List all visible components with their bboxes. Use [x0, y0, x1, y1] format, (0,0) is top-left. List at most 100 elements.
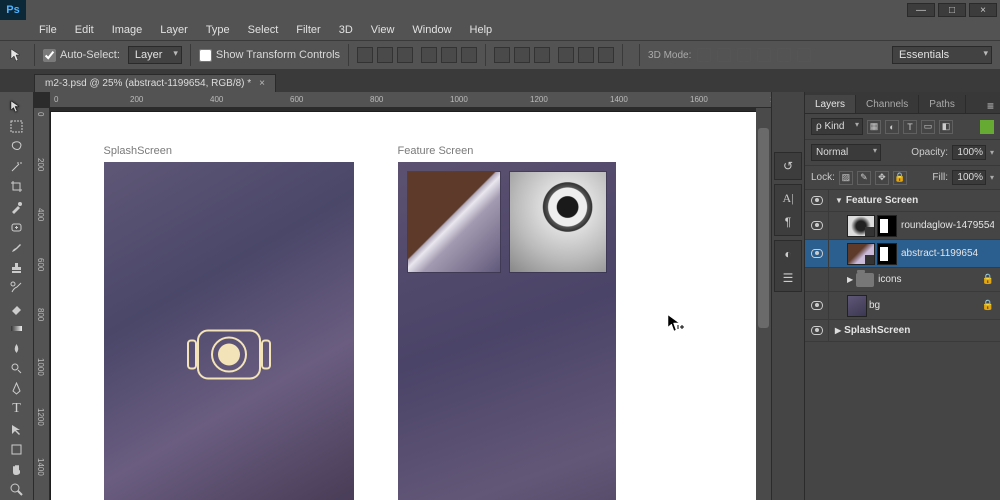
- panel-menu-icon[interactable]: ≡: [981, 99, 1000, 113]
- crop-tool[interactable]: [4, 177, 30, 197]
- eraser-tool[interactable]: [4, 298, 30, 318]
- path-select-tool[interactable]: [4, 419, 30, 439]
- window-maximize-button[interactable]: □: [938, 3, 966, 17]
- document-tab[interactable]: m2-3.psd @ 25% (abstract-1199654, RGB/8)…: [34, 74, 276, 93]
- dist-left-icon[interactable]: [558, 47, 574, 63]
- blend-mode-dropdown[interactable]: Normal: [811, 144, 881, 161]
- filter-pixel-icon[interactable]: ▦: [867, 120, 881, 134]
- align-right-icon[interactable]: [461, 47, 477, 63]
- 3d-orbit-icon[interactable]: [697, 48, 711, 62]
- history-brush-tool[interactable]: [4, 278, 30, 298]
- layer-name[interactable]: icons: [878, 274, 981, 285]
- layer-thumbnail[interactable]: [847, 243, 875, 265]
- filter-adjust-icon[interactable]: ◐: [885, 120, 899, 134]
- visibility-toggle[interactable]: [805, 240, 829, 267]
- layer-folder-icons[interactable]: ▶ icons 🔒: [805, 268, 1000, 292]
- opacity-dropdown-icon[interactable]: ▾: [990, 148, 994, 157]
- info-panel-icon[interactable]: ☰: [779, 269, 797, 287]
- lasso-tool[interactable]: [4, 136, 30, 156]
- collapsed-group-3[interactable]: ◐ ☰: [774, 240, 802, 292]
- visibility-toggle[interactable]: [805, 268, 829, 291]
- menu-image[interactable]: Image: [103, 21, 152, 39]
- menu-edit[interactable]: Edit: [66, 21, 103, 39]
- zoom-tool[interactable]: [4, 480, 30, 500]
- filter-toggle[interactable]: [980, 120, 994, 134]
- layer-mask-thumbnail[interactable]: [877, 243, 897, 265]
- vertical-scrollbar[interactable]: [756, 108, 771, 500]
- layer-bg[interactable]: bg 🔒: [805, 292, 1000, 320]
- menu-filter[interactable]: Filter: [287, 21, 329, 39]
- disclosure-icon[interactable]: ▶: [847, 275, 853, 284]
- placed-image-roundaglow[interactable]: [510, 172, 606, 272]
- lock-position-icon[interactable]: ✥: [875, 171, 889, 185]
- align-vcenter-icon[interactable]: [377, 47, 393, 63]
- placed-image-abstract[interactable]: [408, 172, 500, 272]
- filter-type-icon[interactable]: T: [903, 120, 917, 134]
- layer-thumbnail[interactable]: [847, 215, 875, 237]
- visibility-toggle[interactable]: [805, 292, 829, 319]
- close-tab-icon[interactable]: ×: [259, 78, 265, 89]
- window-minimize-button[interactable]: —: [907, 3, 935, 17]
- dodge-tool[interactable]: [4, 359, 30, 379]
- layer-group-splash[interactable]: ▶ SplashScreen: [805, 320, 1000, 342]
- hand-tool[interactable]: [4, 460, 30, 480]
- layer-mask-thumbnail[interactable]: [877, 215, 897, 237]
- paragraph-panel-icon[interactable]: ¶: [779, 213, 797, 231]
- marquee-tool[interactable]: [4, 116, 30, 136]
- 3d-pan-icon[interactable]: [737, 48, 751, 62]
- ruler-vertical[interactable]: 0 200 400 600 800 1000 1200 1400: [34, 108, 50, 500]
- fill-dropdown-icon[interactable]: ▾: [990, 173, 994, 182]
- type-tool[interactable]: T: [4, 399, 30, 419]
- window-close-button[interactable]: ×: [969, 3, 997, 17]
- lock-pixels-icon[interactable]: ✎: [857, 171, 871, 185]
- layer-name[interactable]: abstract-1199654: [901, 248, 994, 259]
- layer-name[interactable]: bg: [869, 300, 982, 311]
- align-left-icon[interactable]: [421, 47, 437, 63]
- dist-top-icon[interactable]: [494, 47, 510, 63]
- menu-type[interactable]: Type: [197, 21, 239, 39]
- 3d-roll-icon[interactable]: [717, 48, 731, 62]
- align-hcenter-icon[interactable]: [441, 47, 457, 63]
- pen-tool[interactable]: [4, 379, 30, 399]
- menu-layer[interactable]: Layer: [151, 21, 197, 39]
- character-panel-icon[interactable]: A|: [779, 189, 797, 207]
- canvas-area[interactable]: 0 200 400 600 800 1000 1200 1400 1600 18…: [34, 92, 771, 500]
- visibility-toggle[interactable]: [805, 320, 829, 341]
- visibility-toggle[interactable]: [805, 190, 829, 211]
- collapsed-group-1[interactable]: ↺: [774, 152, 802, 180]
- layer-roundaglow[interactable]: roundaglow-1479554: [805, 212, 1000, 240]
- dist-bottom-icon[interactable]: [534, 47, 550, 63]
- auto-select-checkbox[interactable]: Auto-Select:: [43, 49, 120, 62]
- disclosure-icon[interactable]: ▼: [835, 196, 843, 205]
- healing-tool[interactable]: [4, 217, 30, 237]
- wand-tool[interactable]: [4, 157, 30, 177]
- move-tool[interactable]: [4, 96, 30, 116]
- gradient-tool[interactable]: [4, 318, 30, 338]
- align-bottom-icon[interactable]: [397, 47, 413, 63]
- disclosure-icon[interactable]: ▶: [835, 326, 841, 335]
- menu-window[interactable]: Window: [403, 21, 460, 39]
- workspace-switcher[interactable]: Essentials: [892, 46, 992, 64]
- layer-group-feature[interactable]: ▼ Feature Screen: [805, 190, 1000, 212]
- tab-paths[interactable]: Paths: [919, 95, 966, 113]
- history-panel-icon[interactable]: ↺: [779, 157, 797, 175]
- artboard-featurescreen[interactable]: [398, 162, 616, 500]
- filter-smart-icon[interactable]: ◧: [939, 120, 953, 134]
- layer-name[interactable]: Feature Screen: [846, 195, 994, 206]
- align-top-icon[interactable]: [357, 47, 373, 63]
- show-transform-input[interactable]: [199, 49, 212, 62]
- 3d-scale-icon[interactable]: [797, 48, 811, 62]
- dist-right-icon[interactable]: [598, 47, 614, 63]
- auto-select-target-dropdown[interactable]: Layer: [128, 46, 182, 64]
- artboard-splashscreen[interactable]: [104, 162, 354, 500]
- filter-shape-icon[interactable]: ▭: [921, 120, 935, 134]
- eyedropper-tool[interactable]: [4, 197, 30, 217]
- fill-field[interactable]: 100%: [952, 170, 986, 185]
- lock-transparency-icon[interactable]: ▨: [839, 171, 853, 185]
- brush-tool[interactable]: [4, 237, 30, 257]
- tab-channels[interactable]: Channels: [856, 95, 919, 113]
- layer-name[interactable]: SplashScreen: [844, 325, 994, 336]
- ruler-horizontal[interactable]: 0 200 400 600 800 1000 1200 1400 1600 18…: [50, 92, 771, 108]
- layer-filter-kind[interactable]: ρ Kind: [811, 118, 863, 135]
- tab-layers[interactable]: Layers: [805, 95, 856, 113]
